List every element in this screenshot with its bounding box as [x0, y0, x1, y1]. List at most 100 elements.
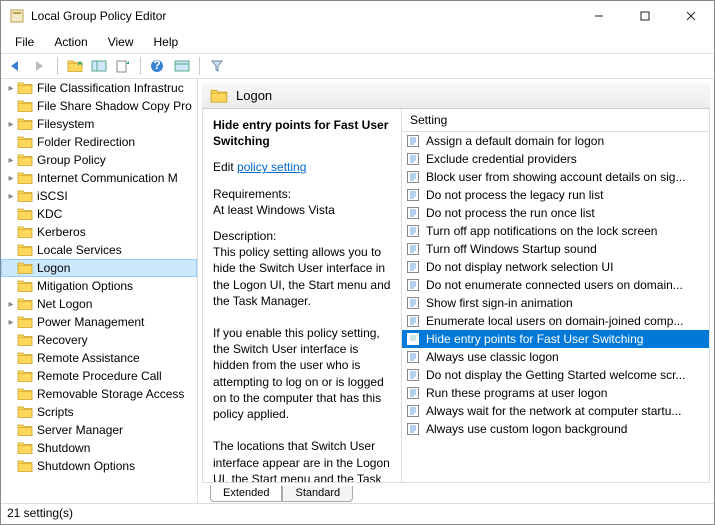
tab-standard[interactable]: Standard — [282, 486, 353, 502]
setting-row[interactable]: Always wait for the network at computer … — [402, 402, 709, 420]
expand-caret[interactable]: ▸ — [5, 173, 17, 184]
setting-row[interactable]: Hide entry points for Fast User Switchin… — [402, 330, 709, 348]
tree-item[interactable]: Mitigation Options — [1, 277, 197, 295]
settings-list[interactable]: Setting Assign a default domain for logo… — [401, 109, 709, 482]
folder-icon — [17, 261, 33, 275]
tree-item[interactable]: ▸iSCSI — [1, 187, 197, 205]
tree-item-label: Filesystem — [37, 117, 94, 131]
maximize-button[interactable] — [622, 1, 668, 31]
tree-item[interactable]: Server Manager — [1, 421, 197, 439]
back-button[interactable] — [5, 55, 27, 77]
setting-label: Do not display the Getting Started welco… — [426, 368, 685, 382]
setting-row[interactable]: Enumerate local users on domain-joined c… — [402, 312, 709, 330]
forward-button[interactable] — [29, 55, 51, 77]
tree-item[interactable]: Logon — [1, 259, 197, 277]
tab-extended[interactable]: Extended — [210, 485, 282, 502]
column-header-setting[interactable]: Setting — [402, 109, 709, 132]
svg-text:?: ? — [153, 59, 160, 72]
minimize-button[interactable] — [576, 1, 622, 31]
tree-item[interactable]: ▸Internet Communication M — [1, 169, 197, 187]
tree-item[interactable]: ▸ Power Management — [1, 313, 197, 331]
folder-icon — [17, 441, 33, 455]
folder-icon — [17, 117, 33, 131]
tree-item[interactable]: Shutdown — [1, 439, 197, 457]
setting-row[interactable]: Do not process the run once list — [402, 204, 709, 222]
menu-file[interactable]: File — [7, 33, 42, 51]
menu-help[interactable]: Help — [146, 33, 187, 51]
setting-label: Do not process the legacy run list — [426, 188, 603, 202]
folder-icon — [17, 333, 33, 347]
description-p3: The locations that Switch User interface… — [213, 438, 391, 482]
setting-row[interactable]: Always use custom logon background — [402, 420, 709, 438]
view-tabs: Extended Standard — [202, 483, 710, 503]
help-button[interactable]: ? — [147, 55, 169, 77]
folder-icon — [17, 189, 33, 203]
tree-item[interactable]: ▸ Filesystem — [1, 115, 197, 133]
setting-row[interactable]: Do not display the Getting Started welco… — [402, 366, 709, 384]
tree-item[interactable]: Kerberos — [1, 223, 197, 241]
show-hide-button[interactable] — [88, 55, 110, 77]
folder-icon — [210, 88, 228, 104]
tree-item-label: Scripts — [37, 405, 74, 419]
filter-button[interactable] — [206, 55, 228, 77]
tree-item[interactable]: ▸File Classification Infrastruc — [1, 79, 197, 97]
setting-row[interactable]: Exclude credential providers — [402, 150, 709, 168]
setting-row[interactable]: Do not display network selection UI — [402, 258, 709, 276]
tree-item-label: Logon — [37, 261, 70, 275]
setting-row[interactable]: Block user from showing account details … — [402, 168, 709, 186]
expand-caret[interactable]: ▸ — [5, 299, 17, 310]
setting-label: Enumerate local users on domain-joined c… — [426, 314, 683, 328]
expand-caret[interactable]: ▸ — [5, 119, 17, 130]
tree-item-label: Group Policy — [37, 153, 106, 167]
edit-policy-link[interactable]: policy setting — [237, 160, 306, 174]
tree-item[interactable]: Remote Assistance — [1, 349, 197, 367]
setting-row[interactable]: Turn off Windows Startup sound — [402, 240, 709, 258]
folder-icon — [17, 99, 33, 113]
close-button[interactable] — [668, 1, 714, 31]
menu-action[interactable]: Action — [46, 33, 95, 51]
tree-item[interactable]: Folder Redirection — [1, 133, 197, 151]
setting-row[interactable]: Show first sign-in animation — [402, 294, 709, 312]
expand-caret[interactable]: ▸ — [5, 317, 17, 328]
setting-label: Always use classic logon — [426, 350, 559, 364]
setting-icon — [406, 170, 422, 184]
setting-icon — [406, 188, 422, 202]
tree-item-label: Power Management — [37, 315, 144, 329]
tree-item[interactable]: KDC — [1, 205, 197, 223]
export-button[interactable] — [112, 55, 134, 77]
menu-view[interactable]: View — [100, 33, 142, 51]
app-icon — [9, 8, 25, 24]
up-button[interactable] — [64, 55, 86, 77]
tree-item[interactable]: Removable Storage Access — [1, 385, 197, 403]
setting-row[interactable]: Do not process the legacy run list — [402, 186, 709, 204]
setting-icon — [406, 224, 422, 238]
tree-item[interactable]: Remote Procedure Call — [1, 367, 197, 385]
tree-item[interactable]: Scripts — [1, 403, 197, 421]
expand-caret[interactable]: ▸ — [5, 155, 17, 166]
folder-icon — [17, 153, 33, 167]
tree-item[interactable]: ▸ Group Policy — [1, 151, 197, 169]
tree-item[interactable]: Shutdown Options — [1, 457, 197, 475]
setting-icon — [406, 332, 422, 346]
setting-label: Always wait for the network at computer … — [426, 404, 681, 418]
expand-caret[interactable]: ▸ — [5, 83, 17, 94]
setting-row[interactable]: Always use classic logon — [402, 348, 709, 366]
tree-item[interactable]: ▸Net Logon — [1, 295, 197, 313]
setting-label: Run these programs at user logon — [426, 386, 607, 400]
setting-row[interactable]: Run these programs at user logon — [402, 384, 709, 402]
folder-icon — [17, 171, 33, 185]
setting-label: Always use custom logon background — [426, 422, 627, 436]
properties-button[interactable] — [171, 55, 193, 77]
setting-row[interactable]: Do not enumerate connected users on doma… — [402, 276, 709, 294]
setting-label: Block user from showing account details … — [426, 170, 685, 184]
tree-item[interactable]: File Share Shadow Copy Pro — [1, 97, 197, 115]
tree-item[interactable]: Locale Services — [1, 241, 197, 259]
tree-item-label: File Share Shadow Copy Pro — [37, 99, 192, 113]
folder-icon — [17, 135, 33, 149]
tree-item[interactable]: Recovery — [1, 331, 197, 349]
setting-row[interactable]: Assign a default domain for logon — [402, 132, 709, 150]
expand-caret[interactable]: ▸ — [5, 191, 17, 202]
status-bar: 21 setting(s) — [1, 504, 714, 524]
tree-pane[interactable]: ▸File Classification Infrastruc File Shar… — [1, 79, 198, 503]
setting-row[interactable]: Turn off app notifications on the lock s… — [402, 222, 709, 240]
